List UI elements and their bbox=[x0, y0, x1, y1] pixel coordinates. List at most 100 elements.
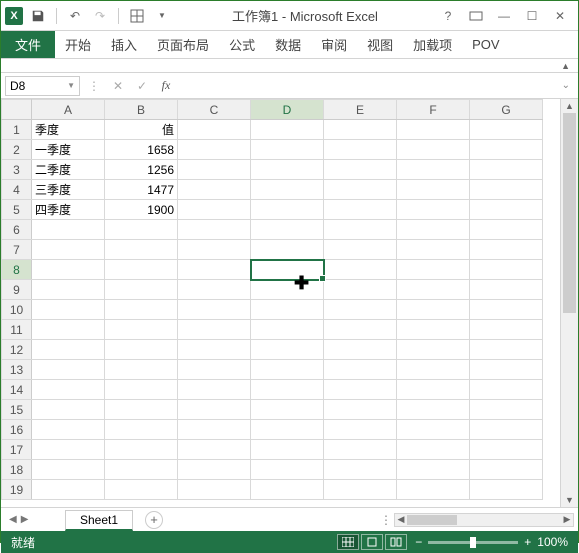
cell-G6[interactable] bbox=[470, 220, 543, 240]
row-header-1[interactable]: 1 bbox=[2, 120, 32, 140]
cell-E10[interactable] bbox=[324, 300, 397, 320]
cell-A9[interactable] bbox=[32, 280, 105, 300]
cell-B9[interactable] bbox=[105, 280, 178, 300]
sheet-nav-next-icon[interactable]: ▶ bbox=[21, 514, 29, 525]
zoom-knob[interactable] bbox=[470, 537, 476, 548]
close-icon[interactable]: ✕ bbox=[550, 6, 570, 26]
name-box[interactable]: D8 ▼ bbox=[5, 76, 80, 96]
cell-B18[interactable] bbox=[105, 460, 178, 480]
cell-B6[interactable] bbox=[105, 220, 178, 240]
chevron-down-icon[interactable]: ▼ bbox=[67, 81, 75, 90]
col-header-E[interactable]: E bbox=[324, 100, 397, 120]
cell-C14[interactable] bbox=[178, 380, 251, 400]
cell-D13[interactable] bbox=[251, 360, 324, 380]
cell-E18[interactable] bbox=[324, 460, 397, 480]
row-header-18[interactable]: 18 bbox=[2, 460, 32, 480]
cell-A5[interactable]: 四季度 bbox=[32, 200, 105, 220]
cell-G13[interactable] bbox=[470, 360, 543, 380]
zoom-in-button[interactable]: + bbox=[524, 535, 531, 549]
cell-C1[interactable] bbox=[178, 120, 251, 140]
row-header-10[interactable]: 10 bbox=[2, 300, 32, 320]
cell-D9[interactable] bbox=[251, 280, 324, 300]
save-icon[interactable] bbox=[28, 6, 48, 26]
tab-公式[interactable]: 公式 bbox=[219, 31, 265, 58]
cell-D3[interactable] bbox=[251, 160, 324, 180]
cell-E3[interactable] bbox=[324, 160, 397, 180]
cell-G4[interactable] bbox=[470, 180, 543, 200]
cell-A7[interactable] bbox=[32, 240, 105, 260]
cell-F19[interactable] bbox=[397, 480, 470, 500]
redo-icon[interactable]: ↷ bbox=[90, 6, 110, 26]
cell-G10[interactable] bbox=[470, 300, 543, 320]
col-header-C[interactable]: C bbox=[178, 100, 251, 120]
cell-B1[interactable]: 值 bbox=[105, 120, 178, 140]
cell-C16[interactable] bbox=[178, 420, 251, 440]
cell-G14[interactable] bbox=[470, 380, 543, 400]
cell-E16[interactable] bbox=[324, 420, 397, 440]
add-sheet-button[interactable]: + bbox=[145, 511, 163, 529]
select-all-corner[interactable] bbox=[2, 100, 32, 120]
cell-G8[interactable] bbox=[470, 260, 543, 280]
zoom-out-button[interactable]: − bbox=[415, 535, 422, 549]
tab-数据[interactable]: 数据 bbox=[265, 31, 311, 58]
cell-E9[interactable] bbox=[324, 280, 397, 300]
formula-input[interactable] bbox=[180, 76, 554, 96]
cell-A12[interactable] bbox=[32, 340, 105, 360]
cell-B12[interactable] bbox=[105, 340, 178, 360]
cell-F4[interactable] bbox=[397, 180, 470, 200]
col-header-D[interactable]: D bbox=[251, 100, 324, 120]
tab-file[interactable]: 文件 bbox=[1, 31, 55, 58]
cell-G7[interactable] bbox=[470, 240, 543, 260]
cell-C12[interactable] bbox=[178, 340, 251, 360]
col-header-A[interactable]: A bbox=[32, 100, 105, 120]
cell-B5[interactable]: 1900 bbox=[105, 200, 178, 220]
tab-页面布局[interactable]: 页面布局 bbox=[147, 31, 219, 58]
cell-E17[interactable] bbox=[324, 440, 397, 460]
cell-G1[interactable] bbox=[470, 120, 543, 140]
ribbon-collapse-icon[interactable]: ▲ bbox=[561, 61, 570, 71]
row-header-3[interactable]: 3 bbox=[2, 160, 32, 180]
cell-G3[interactable] bbox=[470, 160, 543, 180]
cell-E19[interactable] bbox=[324, 480, 397, 500]
tab-POV[interactable]: POV bbox=[462, 31, 509, 58]
enter-icon[interactable]: ✓ bbox=[132, 76, 152, 96]
cell-C17[interactable] bbox=[178, 440, 251, 460]
cell-D17[interactable] bbox=[251, 440, 324, 460]
cell-A2[interactable]: 一季度 bbox=[32, 140, 105, 160]
cell-E2[interactable] bbox=[324, 140, 397, 160]
cell-F6[interactable] bbox=[397, 220, 470, 240]
cell-B2[interactable]: 1658 bbox=[105, 140, 178, 160]
vertical-scrollbar[interactable]: ▲ ▼ bbox=[560, 99, 578, 507]
tab-审阅[interactable]: 审阅 bbox=[311, 31, 357, 58]
cell-A11[interactable] bbox=[32, 320, 105, 340]
cell-D10[interactable] bbox=[251, 300, 324, 320]
scroll-thumb[interactable] bbox=[563, 113, 576, 313]
cell-B11[interactable] bbox=[105, 320, 178, 340]
cell-E15[interactable] bbox=[324, 400, 397, 420]
row-header-6[interactable]: 6 bbox=[2, 220, 32, 240]
row-header-15[interactable]: 15 bbox=[2, 400, 32, 420]
row-header-2[interactable]: 2 bbox=[2, 140, 32, 160]
cell-A15[interactable] bbox=[32, 400, 105, 420]
cell-B19[interactable] bbox=[105, 480, 178, 500]
cell-A17[interactable] bbox=[32, 440, 105, 460]
col-header-B[interactable]: B bbox=[105, 100, 178, 120]
row-header-7[interactable]: 7 bbox=[2, 240, 32, 260]
cell-D15[interactable] bbox=[251, 400, 324, 420]
cell-D6[interactable] bbox=[251, 220, 324, 240]
cell-A4[interactable]: 三季度 bbox=[32, 180, 105, 200]
cell-E8[interactable] bbox=[324, 260, 397, 280]
cell-F7[interactable] bbox=[397, 240, 470, 260]
row-header-19[interactable]: 19 bbox=[2, 480, 32, 500]
cell-D2[interactable] bbox=[251, 140, 324, 160]
sheet-tab[interactable]: Sheet1 bbox=[65, 510, 133, 531]
cell-E12[interactable] bbox=[324, 340, 397, 360]
split-handle-icon[interactable]: ⋮ bbox=[380, 513, 392, 527]
cell-B8[interactable] bbox=[105, 260, 178, 280]
cell-E14[interactable] bbox=[324, 380, 397, 400]
undo-icon[interactable]: ↶ bbox=[65, 6, 85, 26]
cell-E1[interactable] bbox=[324, 120, 397, 140]
cell-B17[interactable] bbox=[105, 440, 178, 460]
cell-F8[interactable] bbox=[397, 260, 470, 280]
cell-B4[interactable]: 1477 bbox=[105, 180, 178, 200]
